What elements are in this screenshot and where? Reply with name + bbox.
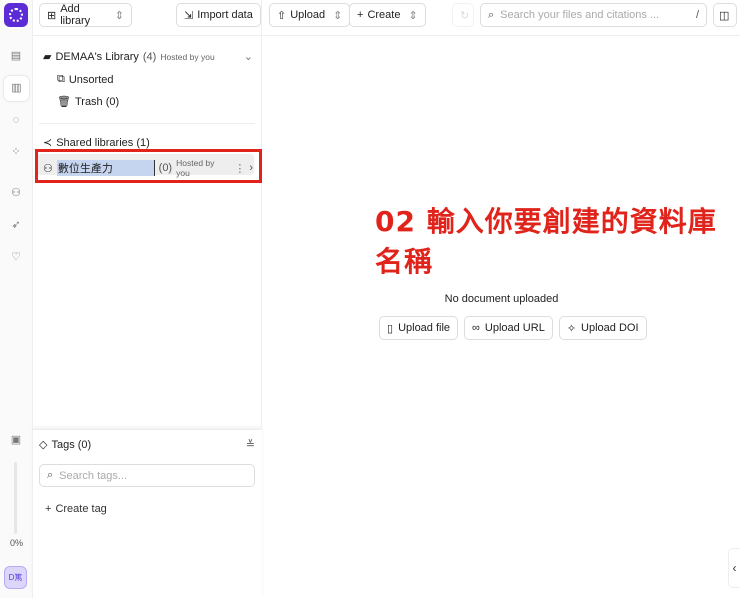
import-data-button[interactable]: ⇲ Import data xyxy=(176,3,261,27)
link-icon: ∞ xyxy=(472,322,480,334)
icon-rail: ▤ ▥ ◌ ⁘ ⚇ ➶ ♡ ▣ 0% D篤 xyxy=(0,0,33,598)
upload-url-button[interactable]: ∞ Upload URL xyxy=(464,316,553,340)
shared-libraries-header[interactable]: ≺ Shared libraries (1) xyxy=(43,136,150,150)
sparkle-icon: ✧ xyxy=(566,322,577,335)
plugin-icon[interactable]: ♡ xyxy=(8,249,24,265)
chat-icon[interactable]: ◌ xyxy=(8,112,24,128)
search-tags-input[interactable]: ⌕ Search tags... xyxy=(39,464,255,487)
main-panel: ⇧ Upload ⇕ + Create ⇕ ↻ ⌕ Search your files a… xyxy=(263,0,740,598)
upload-button[interactable]: ⇧ Upload ⇕ xyxy=(269,3,351,27)
create-tag-button[interactable]: + Create tag xyxy=(45,503,107,515)
library-icon[interactable]: ▥ xyxy=(4,76,29,101)
rocket-icon[interactable]: ➶ xyxy=(8,217,24,233)
usage-percent: 0% xyxy=(9,538,23,548)
plus-icon: + xyxy=(357,9,364,21)
collapse-icon[interactable]: ≚ xyxy=(246,438,255,451)
trash-icon: 🗑 xyxy=(57,96,71,108)
folder-plus-icon: ⊞ xyxy=(47,9,57,22)
empty-message: No document uploaded xyxy=(444,293,559,305)
apps-icon[interactable]: ⁘ xyxy=(8,144,24,160)
search-icon: ⌕ xyxy=(488,8,495,21)
file-icon: ▯ xyxy=(387,322,394,335)
chevron-updown-icon: ⇕ xyxy=(114,9,124,22)
import-icon: ⇲ xyxy=(184,9,194,22)
tags-panel: ◇ Tags (0) ≚ ⌕ Search tags... + Create tag xyxy=(33,429,262,598)
upload-file-button[interactable]: ▯ Upload file xyxy=(379,316,459,340)
chevron-down-icon[interactable]: ⌄ xyxy=(244,50,253,63)
toggle-panel-button[interactable]: ◫ xyxy=(713,3,737,27)
chevron-updown-icon: ⇕ xyxy=(333,9,343,22)
copy-icon: ⧉ xyxy=(57,73,65,85)
expand-panel-button[interactable]: ‹ xyxy=(728,548,740,588)
search-input[interactable]: ⌕ Search your files and citations ... / xyxy=(480,3,707,27)
trash-item[interactable]: 🗑 Trash (0) xyxy=(57,95,119,109)
library-sidebar: ⊞ Add library ⇕ ⇲ Import data ▰ DEMAA's Libr… xyxy=(33,0,262,598)
add-library-button[interactable]: ⊞ Add library ⇕ xyxy=(39,3,132,27)
create-button[interactable]: + Create ⇕ xyxy=(349,3,426,27)
bot-icon[interactable]: ▣ xyxy=(8,432,24,448)
plus-icon: + xyxy=(45,503,52,515)
highlight-box xyxy=(35,149,262,183)
app-logo[interactable] xyxy=(4,3,28,27)
refresh-button[interactable]: ↻ xyxy=(452,3,474,27)
usage-bar xyxy=(14,462,17,534)
avatar[interactable]: D篤 xyxy=(4,566,27,589)
search-icon: ⌕ xyxy=(47,469,54,481)
users-icon[interactable]: ⚇ xyxy=(8,185,24,201)
annotation-text: 02 輸入你要創建的資料庫名稱 xyxy=(375,205,717,278)
document-icon[interactable]: ▤ xyxy=(8,48,24,64)
refresh-icon: ↻ xyxy=(460,9,470,22)
tag-icon: ◇ xyxy=(39,439,48,451)
unsorted-item[interactable]: ⧉ Unsorted xyxy=(57,73,114,86)
sidebar-icon: ◫ xyxy=(719,9,730,22)
upload-doi-button[interactable]: ✧ Upload DOI xyxy=(558,316,647,340)
folder-open-icon: ▰ xyxy=(43,51,52,63)
upload-icon: ⇧ xyxy=(277,9,287,22)
chevron-updown-icon: ⇕ xyxy=(408,9,418,22)
share-icon: ≺ xyxy=(43,137,53,149)
library-item[interactable]: ▰ DEMAA's Library (4) Hosted by you ⌄ xyxy=(43,50,253,64)
